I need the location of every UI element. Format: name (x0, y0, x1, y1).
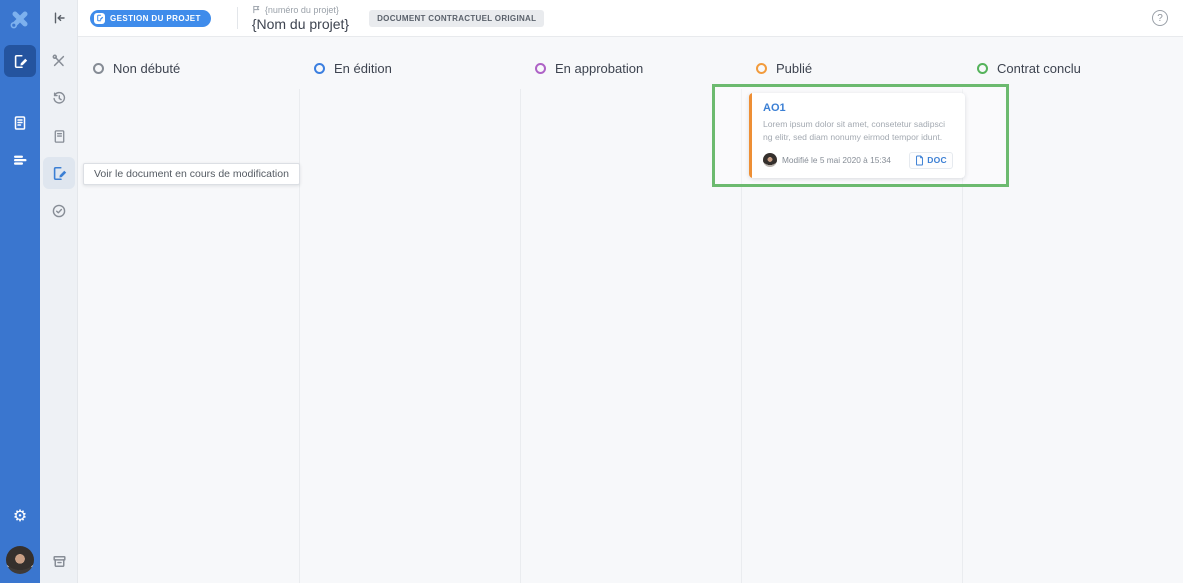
sidebar-item-list[interactable] (4, 144, 36, 176)
document-icon (12, 115, 28, 131)
app-root: { "header": { "project_badge": "GESTION … (0, 0, 1183, 583)
project-meta: {numéro du projet} {Nom du projet} (252, 5, 349, 32)
sidebar-item-settings[interactable]: ⚙ (4, 501, 36, 533)
column-label: Publié (776, 61, 812, 76)
header-divider (237, 7, 238, 29)
rail-item-document[interactable] (43, 120, 75, 152)
card-modified-text: Modifié le 5 mai 2020 à 15:34 (782, 155, 904, 165)
rail-item-document-in-edit[interactable] (43, 157, 75, 189)
archive-box-icon (51, 553, 68, 570)
rail-item-history[interactable] (43, 82, 75, 114)
card-description: Lorem ipsum dolor sit amet, consetetur s… (763, 118, 953, 144)
document-file-icon (915, 155, 924, 166)
card-footer: Modifié le 5 mai 2020 à 15:34 DOC (763, 152, 953, 169)
primary-sidebar: ⚙ (0, 0, 40, 583)
column-body[interactable] (520, 89, 741, 583)
project-number: {numéro du projet} (265, 5, 339, 15)
secondary-rail (40, 0, 78, 583)
sidebar-item-documents[interactable] (4, 107, 36, 139)
collapse-panel-button[interactable] (43, 2, 75, 34)
column-header: Publié (741, 37, 962, 89)
help-button[interactable]: ? (1152, 10, 1168, 26)
document-type-tag: DOCUMENT CONTRACTUEL ORIGINAL (369, 10, 544, 27)
document-edit-mini-icon (94, 13, 105, 24)
status-circle-icon (93, 63, 104, 74)
status-board: Non débuté En édition En approbation Pub… (78, 37, 1183, 583)
status-circle-icon (977, 63, 988, 74)
flag-icon (252, 5, 261, 14)
column-header: En édition (299, 37, 520, 89)
history-clock-icon (51, 90, 67, 106)
doc-chip-label: DOC (927, 155, 947, 165)
status-circle-icon (535, 63, 546, 74)
list-bars-icon (12, 152, 28, 168)
tooltip: Voir le document en cours de modificatio… (83, 163, 300, 185)
gear-icon: ⚙ (13, 509, 27, 525)
card-title: AO1 (763, 102, 953, 114)
column-label: Contrat conclu (997, 61, 1081, 76)
project-name: {Nom du projet} (252, 16, 349, 32)
doc-chip-button[interactable]: DOC (909, 152, 953, 169)
tools-icon (51, 53, 67, 69)
document-edit-icon (51, 165, 68, 182)
user-avatar[interactable] (6, 546, 34, 574)
column-non-debute: Non débuté (78, 37, 299, 583)
project-management-badge[interactable]: GESTION DU PROJET (90, 10, 211, 27)
column-body[interactable] (299, 89, 520, 583)
column-label: Non débuté (113, 61, 180, 76)
rail-item-tools[interactable] (43, 45, 75, 77)
sidebar-item-project-management[interactable] (4, 45, 36, 77)
collapse-left-icon (51, 10, 67, 26)
column-en-edition: En édition (299, 37, 520, 583)
check-circle-icon (51, 203, 67, 219)
document-edit-icon (12, 53, 29, 70)
app-logo-icon[interactable] (0, 0, 40, 37)
column-label: En édition (334, 61, 392, 76)
column-label: En approbation (555, 61, 643, 76)
card-accent-stripe (749, 93, 752, 178)
top-header: GESTION DU PROJET {numéro du projet} {No… (78, 0, 1183, 37)
document-lines-icon (52, 129, 67, 144)
status-circle-icon (314, 63, 325, 74)
status-circle-icon (756, 63, 767, 74)
column-header: Non débuté (78, 37, 299, 89)
column-header: Contrat conclu (962, 37, 1183, 89)
column-header: En approbation (520, 37, 741, 89)
modifier-avatar (763, 153, 777, 167)
rail-item-archive[interactable] (43, 545, 75, 577)
document-card[interactable]: AO1 Lorem ipsum dolor sit amet, consetet… (749, 93, 965, 178)
project-number-row: {numéro du projet} (252, 5, 349, 15)
badge-label: GESTION DU PROJET (110, 14, 201, 23)
column-en-approbation: En approbation (520, 37, 741, 583)
rail-item-validation[interactable] (43, 195, 75, 227)
